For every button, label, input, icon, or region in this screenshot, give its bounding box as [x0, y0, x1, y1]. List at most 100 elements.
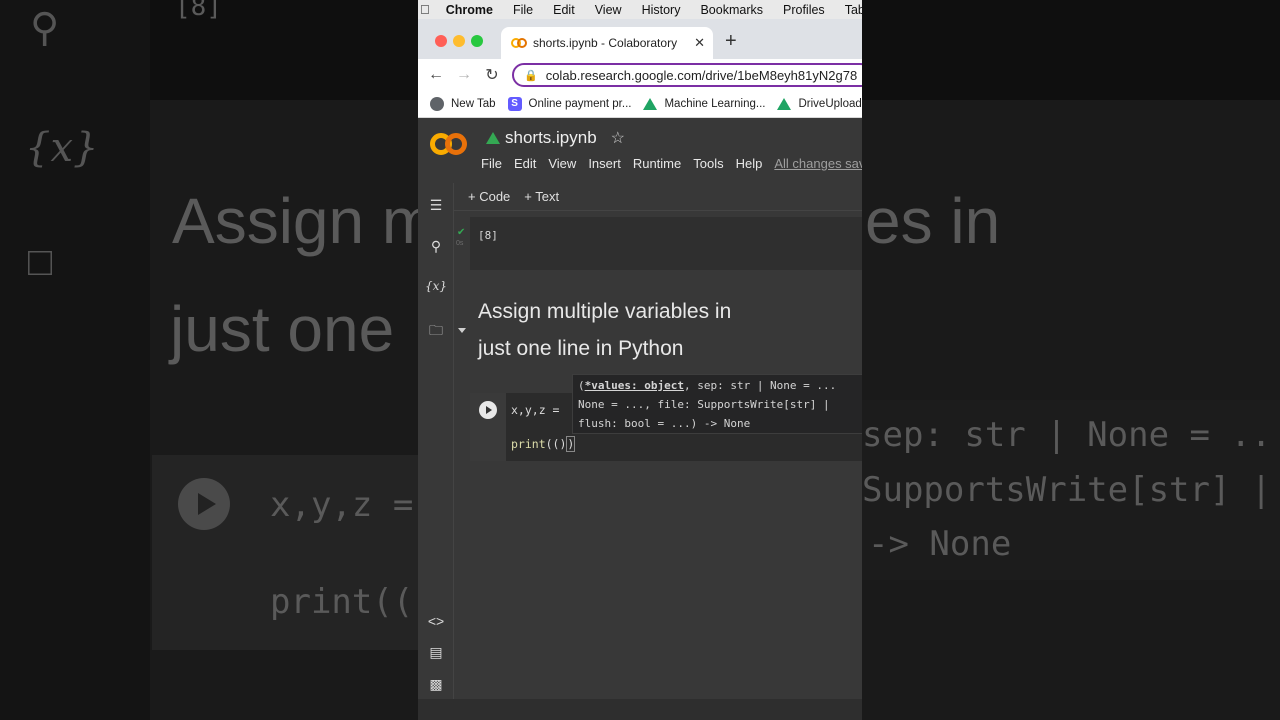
bookmark-machine-learning[interactable]: Machine Learning...	[643, 97, 766, 110]
bg-heading-right: es in	[865, 185, 1001, 257]
close-tab-icon[interactable]: ✕	[694, 35, 705, 51]
bookmark-new-tab[interactable]: New Tab	[430, 96, 496, 111]
menu-runtime[interactable]: Runtime	[633, 156, 681, 171]
bookmark-label: Machine Learning...	[664, 97, 766, 110]
forward-icon[interactable]: →	[450, 66, 478, 84]
markdown-cell[interactable]: Assign multiple variables in just one li…	[478, 293, 731, 367]
tooltip-line3: flush: bool = ...) -> None	[578, 417, 751, 430]
add-code-button[interactable]: + Code	[468, 189, 510, 204]
menubar-bookmarks[interactable]: Bookmarks	[700, 3, 763, 17]
mac-menubar:  Chrome File Edit View History Bookmark…	[418, 0, 862, 19]
colab-logo-icon[interactable]	[430, 133, 468, 157]
browser-toolbar: ← → ↻ 🔒 colab.research.google.com/drive/…	[418, 59, 862, 90]
bg-variables-icon: {x}	[25, 125, 99, 171]
bg-sidebar	[0, 0, 150, 720]
reload-icon[interactable]: ↻	[478, 65, 506, 85]
browser-tab[interactable]: shorts.ipynb - Colaboratory ✕	[501, 27, 713, 59]
terminal-icon[interactable]: ▩	[418, 676, 454, 693]
tooltip-line1-rest: , sep: str | None = ...	[683, 379, 837, 392]
bg-heading-line2: just one	[170, 293, 395, 365]
bg-tooltip-line2: SupportsWrite[str] |	[862, 470, 1272, 510]
menu-insert[interactable]: Insert	[588, 156, 621, 171]
code-line-2[interactable]: print(())	[511, 436, 576, 452]
globe-icon	[430, 96, 444, 111]
drive-icon	[643, 97, 658, 110]
notebook-title[interactable]: shorts.ipynb	[505, 128, 597, 148]
code-snippets-icon[interactable]: <>	[418, 613, 454, 629]
colab-favicon-icon	[511, 38, 527, 48]
bg-code-line1: x,y,z =	[270, 485, 414, 525]
menu-file[interactable]: File	[481, 156, 502, 171]
add-text-button[interactable]: + Text	[524, 189, 559, 204]
bg-folder-icon: □	[28, 240, 53, 284]
bg-play-icon	[178, 478, 230, 530]
menubar-view[interactable]: View	[595, 3, 622, 17]
menu-view[interactable]: View	[548, 156, 576, 171]
save-status-link[interactable]: All changes saved	[774, 156, 862, 171]
browser-window:  Chrome File Edit View History Bookmark…	[418, 0, 862, 720]
collapse-section-icon[interactable]	[458, 328, 466, 333]
bg-search-icon: ⚲	[30, 6, 60, 50]
search-icon[interactable]: ⚲	[418, 238, 454, 255]
video-frame: ⚲ {x} □ [8] Assign m es in just one x,y,…	[0, 0, 1280, 720]
tooltip-active-param: *values: object	[584, 379, 684, 392]
star-icon[interactable]: ☆	[611, 128, 625, 148]
bookmark-driveupload[interactable]: DriveUpload	[777, 97, 862, 110]
exec-count: [8]	[478, 229, 498, 242]
left-rail: ☰ ⚲ {x} 🗀 <> ▤ ▩	[418, 183, 454, 720]
code-line-1[interactable]: x,y,z =	[511, 403, 559, 417]
minimize-window-button[interactable]	[453, 35, 465, 47]
status-bar	[418, 699, 862, 720]
tooltip-line1: (*values: object, sep: str | None = ...	[578, 379, 837, 392]
bg-tooltip-line3: -> None	[868, 524, 1012, 564]
markdown-line1: Assign multiple variables in	[478, 300, 732, 323]
variables-icon[interactable]: {x}	[418, 279, 454, 293]
back-icon[interactable]: ←	[422, 66, 450, 84]
executed-cell[interactable]	[470, 217, 862, 270]
code-print-fn: print	[511, 437, 546, 451]
bookmark-label: New Tab	[451, 97, 496, 110]
bookmark-online-payment[interactable]: S Online payment pr...	[507, 96, 632, 111]
menu-tools[interactable]: Tools	[693, 156, 723, 171]
code-close-paren: )	[566, 436, 576, 452]
bookmark-label: DriveUpload	[798, 97, 862, 110]
exec-time: 0s	[456, 240, 464, 247]
drive-icon	[486, 132, 500, 144]
stripe-icon: S	[507, 96, 522, 111]
new-tab-icon[interactable]: +	[725, 30, 737, 53]
colab-menu: File Edit View Insert Runtime Tools Help…	[481, 156, 862, 171]
close-window-button[interactable]	[435, 35, 447, 47]
lock-icon[interactable]: 🔒	[524, 69, 538, 82]
tooltip-line2: None = ..., file: SupportsWrite[str] |	[578, 398, 830, 411]
tab-strip: shorts.ipynb - Colaboratory ✕ +	[418, 19, 862, 59]
table-of-contents-icon[interactable]: ☰	[418, 197, 454, 214]
command-palette-icon[interactable]: ▤	[418, 644, 454, 661]
menubar-history[interactable]: History	[642, 3, 681, 17]
colab-page: shorts.ipynb ☆ File Edit View Insert Run…	[418, 119, 862, 720]
bookmark-label: Online payment pr...	[528, 97, 632, 110]
menu-help[interactable]: Help	[736, 156, 763, 171]
bg-code-line2: print((	[270, 582, 414, 622]
zoom-window-button[interactable]	[471, 35, 483, 47]
menubar-file[interactable]: File	[513, 3, 533, 17]
run-success-icon: ✔	[457, 227, 466, 238]
menu-edit[interactable]: Edit	[514, 156, 536, 171]
bg-exec-label: [8]	[175, 0, 222, 22]
url-text: colab.research.google.com/drive/1beM8eyh…	[545, 67, 858, 83]
menubar-tab[interactable]: Tab	[845, 3, 862, 17]
drive-icon	[777, 97, 792, 110]
signature-help-tooltip: (*values: object, sep: str | None = ... …	[572, 374, 862, 434]
bg-heading-left: Assign m	[172, 185, 436, 257]
bg-tooltip-line1: sep: str | None = ..	[862, 415, 1272, 455]
menubar-app-name[interactable]: Chrome	[446, 3, 493, 17]
colab-header: shorts.ipynb ☆ File Edit View Insert Run…	[418, 119, 862, 183]
address-bar[interactable]: 🔒 colab.research.google.com/drive/1beM8e…	[512, 63, 862, 87]
menubar-edit[interactable]: Edit	[553, 3, 575, 17]
notebook-title-bar: shorts.ipynb ☆	[486, 128, 625, 148]
files-icon[interactable]: 🗀	[418, 320, 454, 344]
code-print-args: (()	[545, 437, 567, 451]
run-cell-button[interactable]	[479, 401, 497, 419]
menubar-profiles[interactable]: Profiles	[783, 3, 825, 17]
add-cell-bar: + Code + Text	[454, 183, 862, 211]
apple-icon[interactable]: 	[420, 2, 430, 17]
